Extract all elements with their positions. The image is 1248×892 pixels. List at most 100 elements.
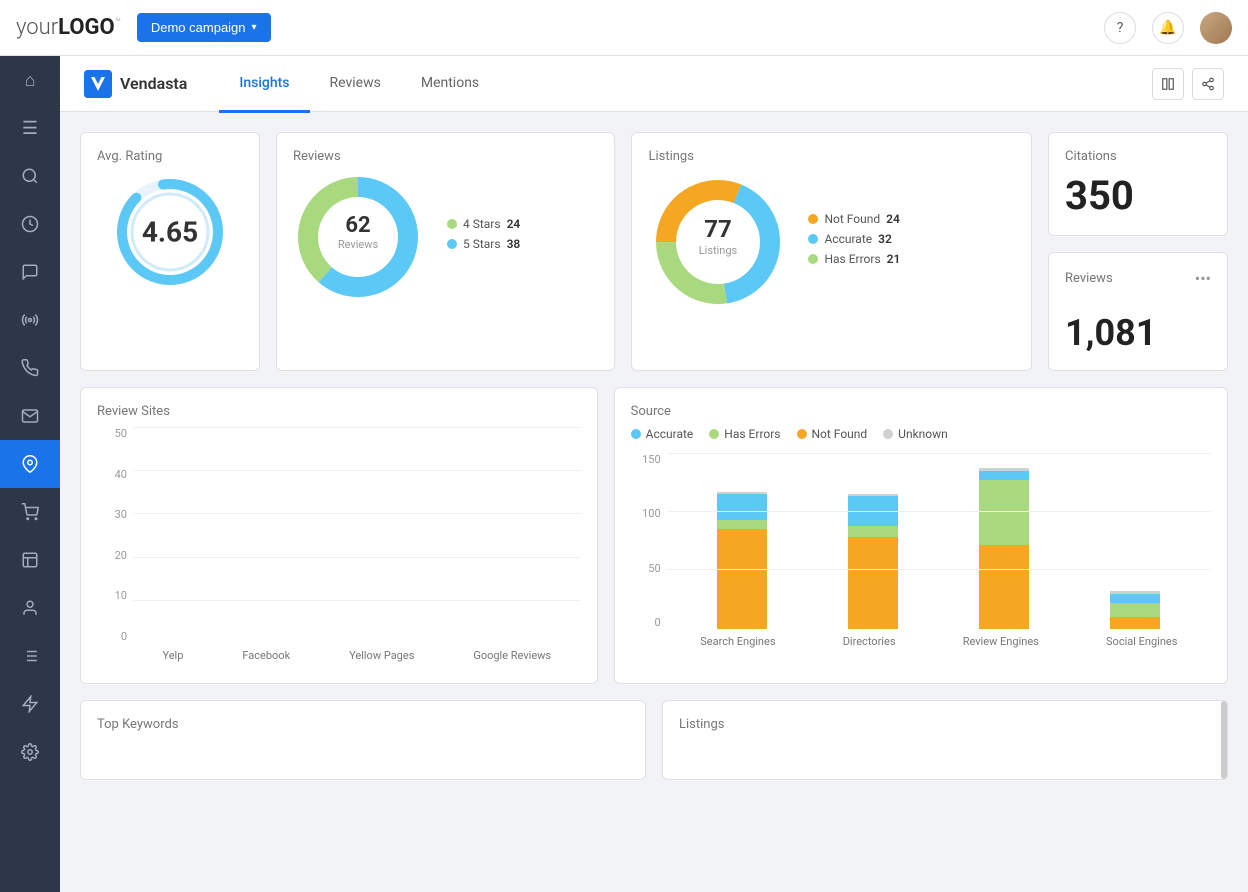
label-google: Google Reviews xyxy=(473,649,551,662)
legend-accurate: Accurate 32 xyxy=(808,232,900,246)
chevron-down-icon: ▾ xyxy=(252,22,257,33)
share-button[interactable] xyxy=(1192,68,1224,100)
bell-icon: 🔔 xyxy=(1159,20,1176,36)
grid-line xyxy=(133,513,581,514)
label-facebook: Facebook xyxy=(242,649,290,662)
logo-area: yourLOGO™ Demo campaign ▾ xyxy=(16,13,271,42)
avg-rating-value: 4.65 xyxy=(142,216,198,249)
search-engines-stack xyxy=(717,492,767,629)
social-engines-stack xyxy=(1110,591,1160,629)
stacked-bars xyxy=(667,453,1211,629)
middle-row: Review Sites 0 10 20 30 40 50 xyxy=(80,387,1228,684)
source-x-axis: Search Engines Directories Review Engine… xyxy=(667,629,1211,653)
listings-donut-inner: 77 Listings Not Found 24 Accurate 32 xyxy=(648,172,1015,312)
tab-reviews[interactable]: Reviews xyxy=(310,56,401,113)
demo-campaign-button[interactable]: Demo campaign ▾ xyxy=(137,13,271,42)
label-social-engines: Social Engines xyxy=(1106,635,1177,648)
reviews-donut-title: Reviews xyxy=(293,149,598,164)
notifications-button[interactable]: 🔔 xyxy=(1152,12,1184,44)
tab-insights[interactable]: Insights xyxy=(219,56,309,113)
bar-review-engines xyxy=(979,468,1029,629)
svg-text:77: 77 xyxy=(705,215,733,243)
source-legend: Accurate Has Errors Not Found Unknown xyxy=(631,427,1211,441)
tab-mentions[interactable]: Mentions xyxy=(401,56,499,113)
y-axis: 0 10 20 30 40 50 xyxy=(97,427,133,643)
scroll-indicator[interactable] xyxy=(1221,701,1227,779)
sidebar-item-email[interactable] xyxy=(0,392,60,440)
citations-card: Citations 350 xyxy=(1048,132,1228,236)
review-sites-chart: 0 10 20 30 40 50 xyxy=(97,427,581,667)
sidebar-item-chat[interactable] xyxy=(0,248,60,296)
sidebar-item-location[interactable] xyxy=(0,440,60,488)
legend-has-errors: Has Errors 21 xyxy=(808,252,900,266)
citations-title: Citations xyxy=(1065,149,1211,164)
has-errors-dot xyxy=(808,254,818,264)
app-header: Vendasta Insights Reviews Mentions xyxy=(60,56,1248,112)
sidebar-item-cart[interactable] xyxy=(0,488,60,536)
legend-unknown: Unknown xyxy=(883,427,948,441)
main-content: Vendasta Insights Reviews Mentions Avg. … xyxy=(60,56,1248,892)
review-sites-title: Review Sites xyxy=(97,404,581,419)
avg-rating-card: Avg. Rating 4.65 xyxy=(80,132,260,371)
listings-title: Listings xyxy=(648,149,1015,164)
citations-value: 350 xyxy=(1065,172,1211,219)
sidebar-item-plugins[interactable] xyxy=(0,680,60,728)
dashboard: Avg. Rating 4.65 R xyxy=(60,112,1248,816)
listings-legend: Not Found 24 Accurate 32 Has Errors 21 xyxy=(808,212,900,272)
listings-bottom-card: Listings xyxy=(662,700,1228,780)
label-directories: Directories xyxy=(843,635,896,648)
label-search-engines: Search Engines xyxy=(700,635,775,648)
logo: yourLOGO™ xyxy=(16,15,121,40)
5stars-dot xyxy=(447,239,457,249)
chart-area xyxy=(133,427,581,643)
avg-rating-gauge: 4.65 xyxy=(110,172,230,292)
sidebar-item-history[interactable] xyxy=(0,200,60,248)
grid-line xyxy=(133,427,581,428)
more-options-button[interactable]: ••• xyxy=(1195,269,1211,288)
source-title: Source xyxy=(631,404,1211,419)
sidebar-item-menu[interactable]: ☰ xyxy=(0,104,60,152)
legend-not-found: Not Found xyxy=(797,427,868,441)
source-chart-area xyxy=(667,453,1211,629)
not-found-dot xyxy=(808,214,818,224)
directories-stack xyxy=(848,494,898,629)
sidebar-item-tasks[interactable] xyxy=(0,632,60,680)
grid-line xyxy=(133,600,581,601)
accurate-dot xyxy=(808,234,818,244)
x-axis: Yelp Facebook Yellow Pages Google Review… xyxy=(133,643,581,667)
listings-donut-card: Listings 77 Lis xyxy=(631,132,1032,371)
review-sites-card: Review Sites 0 10 20 30 40 50 xyxy=(80,387,598,684)
reviews-count-header: Reviews ••• xyxy=(1065,269,1211,288)
bar-social-engines xyxy=(1110,591,1160,629)
bar-search-engines xyxy=(717,492,767,629)
sidebar-item-phone[interactable] xyxy=(0,344,60,392)
vendasta-icon xyxy=(84,70,112,98)
sidebar-item-broadcast[interactable] xyxy=(0,296,60,344)
legend-4stars: 4 Stars 24 xyxy=(447,217,520,231)
legend-accurate: Accurate xyxy=(631,427,694,441)
grid-line xyxy=(133,470,581,471)
reviews-legend: 4 Stars 24 5 Stars 38 xyxy=(447,217,520,257)
review-engines-stack xyxy=(979,468,1029,629)
avatar-image xyxy=(1200,12,1232,44)
reviews-donut-svg: 62 Reviews xyxy=(293,172,423,302)
sidebar-item-user[interactable] xyxy=(0,584,60,632)
svg-text:Listings: Listings xyxy=(699,244,738,257)
help-button[interactable]: ? xyxy=(1104,12,1136,44)
avatar[interactable] xyxy=(1200,12,1232,44)
listings-donut-svg: 77 Listings xyxy=(648,172,788,312)
sidebar-item-search[interactable] xyxy=(0,152,60,200)
avg-rating-title: Avg. Rating xyxy=(97,149,162,164)
source-chart: 0 50 100 150 xyxy=(631,453,1211,653)
top-keywords-title: Top Keywords xyxy=(97,717,629,732)
sidebar-item-reports[interactable] xyxy=(0,536,60,584)
bars-container xyxy=(133,427,581,643)
top-navigation: yourLOGO™ Demo campaign ▾ ? 🔔 xyxy=(0,0,1248,56)
source-card: Source Accurate Has Errors Not Found xyxy=(614,387,1228,684)
sidebar: ⌂ ☰ xyxy=(0,0,60,892)
nav-right: ? 🔔 xyxy=(1104,12,1232,44)
sidebar-item-settings[interactable] xyxy=(0,728,60,776)
columns-button[interactable] xyxy=(1152,68,1184,100)
app-header-right xyxy=(1152,68,1224,100)
sidebar-item-home[interactable]: ⌂ xyxy=(0,56,60,104)
